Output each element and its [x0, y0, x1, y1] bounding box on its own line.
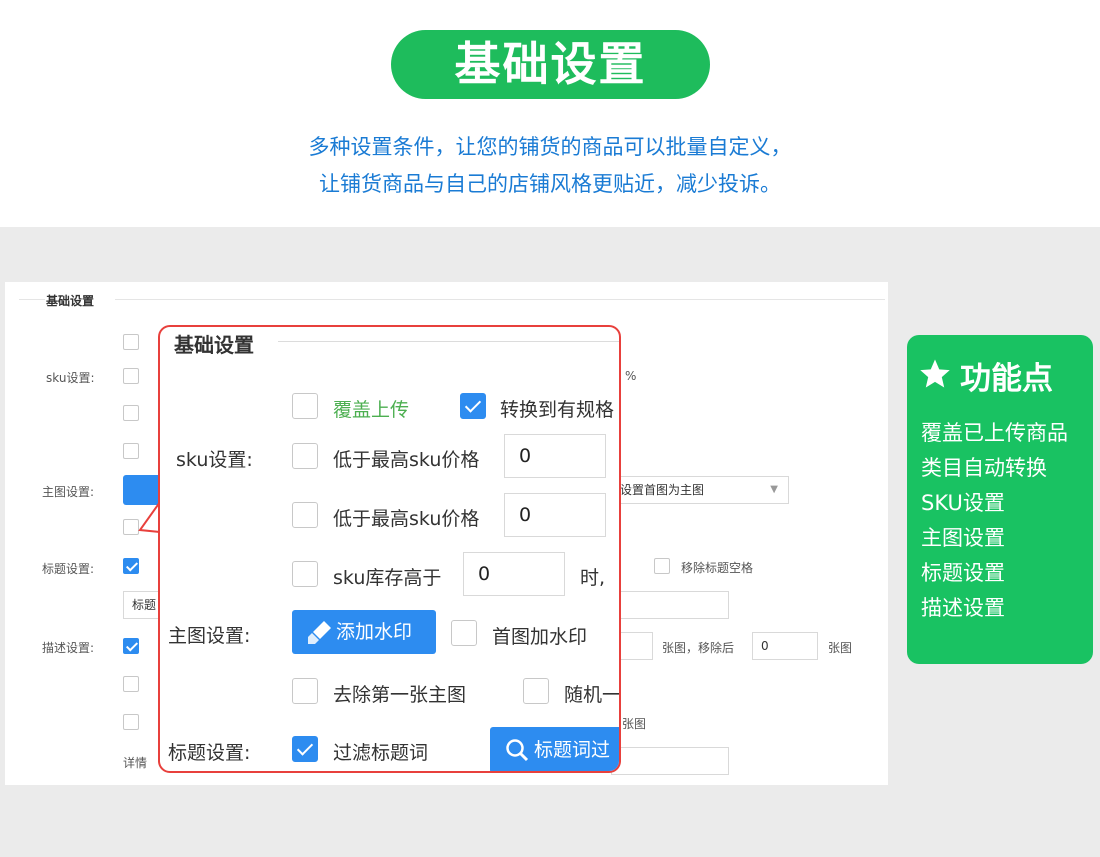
- cover-upload-label: 覆盖上传: [333, 399, 410, 421]
- zoom-section-title: 基础设置: [174, 333, 254, 357]
- title-words-label: 标题词过: [534, 739, 611, 761]
- checkbox[interactable]: [123, 368, 139, 384]
- subtitle-line-1: 多种设置条件，让您的铺货的商品可以批量自定义，: [308, 135, 792, 159]
- sku-stock-input[interactable]: 0: [463, 552, 565, 596]
- first-image-watermark-checkbox[interactable]: [451, 620, 477, 646]
- title-input[interactable]: 标题: [123, 591, 163, 619]
- detail-input[interactable]: [611, 747, 729, 775]
- subtitle-line-2: 让铺货商品与自己的店铺风格更贴近，减少投诉。: [319, 172, 781, 196]
- random-checkbox[interactable]: [523, 678, 549, 704]
- brush-icon: [308, 621, 331, 644]
- desc-unit-label: 张图，移除后: [662, 641, 735, 655]
- add-watermark-label: 添加水印: [336, 621, 413, 643]
- convert-spec-label: 转换到有规格: [500, 399, 615, 421]
- checkbox[interactable]: [292, 443, 318, 469]
- remove-first-main-checkbox[interactable]: [292, 678, 318, 704]
- desc-unit-label-2: 张图: [828, 641, 853, 655]
- panel-section-title: 基础设置: [46, 294, 95, 308]
- desc-value-input[interactable]: 0: [752, 632, 818, 660]
- sku-price-input-2[interactable]: 0: [504, 493, 606, 537]
- feature-item: SKU设置: [921, 491, 1005, 515]
- title-settings-label: 标题设置:: [168, 742, 251, 764]
- star-icon: [920, 359, 950, 388]
- checkbox[interactable]: [123, 714, 139, 730]
- divider: [115, 299, 885, 300]
- header-area: 基础设置 多种设置条件，让您的铺货的商品可以批量自定义， 让铺货商品与自己的店铺…: [0, 0, 1100, 227]
- divider: [19, 299, 45, 300]
- checkbox[interactable]: [292, 561, 318, 587]
- cover-upload-checkbox[interactable]: [292, 393, 318, 419]
- title-input-value: 标题: [132, 598, 157, 612]
- feature-item: 覆盖已上传商品: [921, 421, 1068, 445]
- title-settings-label: 标题设置:: [42, 562, 95, 576]
- main-image-label: 主图设置:: [42, 485, 95, 499]
- sku-price-input-1[interactable]: 0: [504, 434, 606, 478]
- sku-stock-higher-label: sku库存高于: [333, 567, 442, 589]
- checkbox[interactable]: [123, 405, 139, 421]
- lower-than-max-sku-price-label: 低于最高sku价格: [333, 449, 480, 471]
- convert-spec-checkbox[interactable]: [460, 393, 486, 419]
- sku-stock-value: 0: [478, 563, 491, 585]
- page-title: 基础设置: [391, 30, 710, 99]
- remove-first-main-label: 去除第一张主图: [333, 684, 467, 706]
- feature-item: 主图设置: [921, 526, 1005, 550]
- sku-price-value-2: 0: [519, 504, 532, 526]
- description-settings-label: 描述设置:: [42, 641, 95, 655]
- checkbox[interactable]: [123, 519, 139, 535]
- sku-settings-label: sku设置:: [176, 449, 253, 471]
- main-image-select[interactable]: 设置首图为主图 ▼: [611, 476, 789, 504]
- main-image-settings-label: 主图设置:: [168, 625, 251, 647]
- remove-title-space-label: 移除标题空格: [681, 561, 754, 575]
- chevron-down-icon: ▼: [770, 484, 778, 495]
- feature-item: 类目自动转换: [921, 456, 1047, 480]
- desc-unit-label-3: 张图: [622, 717, 647, 731]
- filter-title-words-label: 过滤标题词: [333, 742, 429, 764]
- first-image-watermark-label: 首图加水印: [492, 626, 588, 648]
- feature-item: 描述设置: [921, 596, 1005, 620]
- add-watermark-button[interactable]: 添加水印: [292, 610, 436, 654]
- checkbox-checked[interactable]: [123, 638, 139, 654]
- title-input-right[interactable]: [611, 591, 729, 619]
- divider: [278, 341, 619, 342]
- desc-value: 0: [761, 639, 769, 653]
- filter-title-words-checkbox[interactable]: [292, 736, 318, 762]
- checkbox[interactable]: [654, 558, 670, 574]
- checkbox[interactable]: [123, 676, 139, 692]
- checkbox[interactable]: [292, 502, 318, 528]
- when-label: 时,: [580, 567, 606, 589]
- sku-price-value-1: 0: [519, 445, 532, 467]
- feature-panel: 功能点 覆盖已上传商品 类目自动转换 SKU设置 主图设置 标题设置 描述设置: [907, 335, 1093, 664]
- feature-heading: 功能点: [960, 361, 1053, 397]
- feature-item: 标题设置: [921, 561, 1005, 585]
- zoom-callout: 基础设置 覆盖上传 转换到有规格 sku设置: 低于最高sku价格 0 低于最高…: [158, 325, 621, 773]
- detail-label: 详情: [123, 756, 148, 770]
- title-words-button[interactable]: 标题词过: [490, 727, 619, 771]
- lower-than-max-sku-price-label-2: 低于最高sku价格: [333, 508, 480, 530]
- checkbox[interactable]: [123, 334, 139, 350]
- percent-label: %: [625, 369, 637, 383]
- search-icon: [506, 739, 529, 762]
- sku-label: sku设置:: [46, 371, 95, 385]
- checkbox[interactable]: [123, 443, 139, 459]
- checkbox-checked[interactable]: [123, 558, 139, 574]
- random-label: 随机一: [564, 684, 621, 706]
- main-image-select-value: 设置首图为主图: [620, 483, 705, 497]
